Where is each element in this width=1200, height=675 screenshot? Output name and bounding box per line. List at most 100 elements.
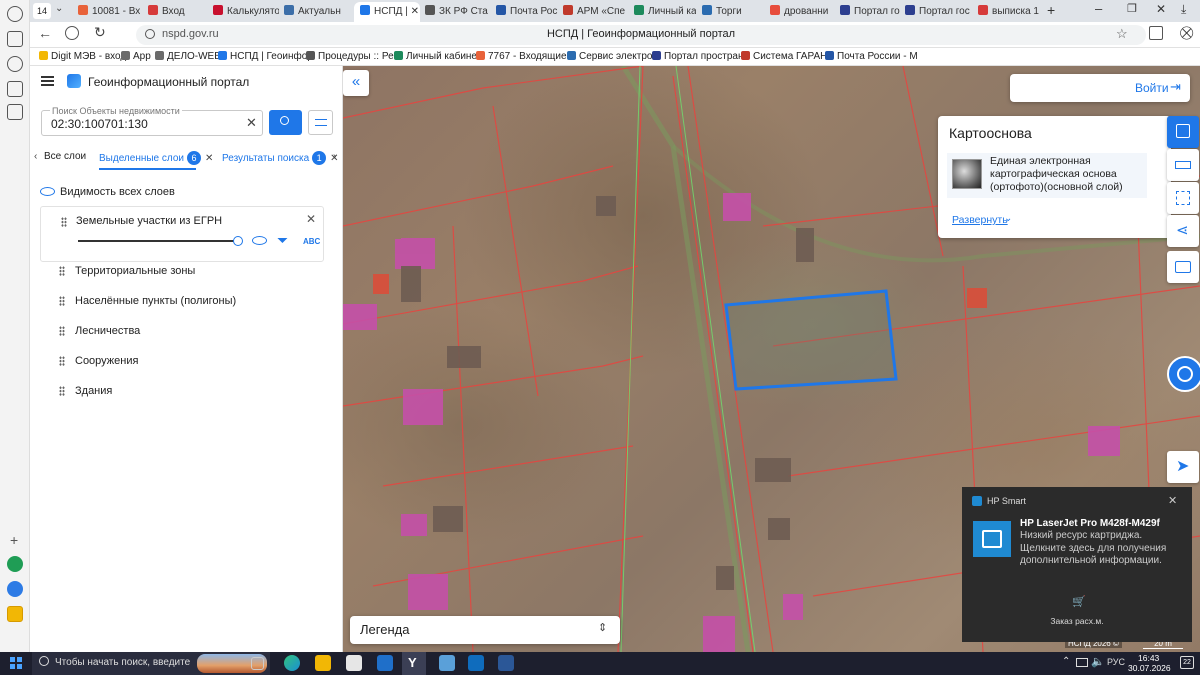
clear-search-icon[interactable]: ✕: [246, 115, 257, 131]
new-tab-icon[interactable]: +: [1047, 2, 1055, 18]
extensions-icon[interactable]: [1149, 26, 1163, 40]
clock-time[interactable]: 16:43: [1138, 653, 1159, 663]
expand-link[interactable]: Развернуть: [952, 214, 1008, 226]
start-windows-icon[interactable]: [10, 657, 22, 669]
tab-item[interactable]: Вход: [148, 2, 208, 22]
tab-item[interactable]: Личный ка: [634, 2, 696, 22]
layer-filter-icon[interactable]: ⏷: [277, 232, 288, 249]
mail-icon[interactable]: [377, 655, 393, 671]
layer-visibility-icon[interactable]: [252, 236, 267, 245]
login-button[interactable]: Войти ⇥: [1010, 74, 1190, 102]
search-button[interactable]: [269, 110, 302, 135]
bookmark-item[interactable]: Портал простран: [652, 50, 744, 64]
edge-icon[interactable]: [284, 655, 300, 671]
active-layer-card[interactable]: Земельные участки из ЕГРН ✕ ⏷ ABC: [40, 206, 324, 262]
favorite-star-icon[interactable]: ☆: [1116, 26, 1128, 42]
tab-item[interactable]: Торги: [702, 2, 762, 22]
bookmark-item[interactable]: НСПД | Геоинфор: [218, 50, 313, 64]
filter-settings-button[interactable]: [308, 110, 333, 135]
bookmark-item[interactable]: Digit МЭВ - вход: [39, 50, 126, 64]
search-input[interactable]: Поиск Объекты недвижимости 02:30:100701:…: [41, 106, 263, 136]
opacity-slider[interactable]: [78, 240, 238, 242]
basemap-tool-button[interactable]: [1167, 116, 1199, 148]
select-area-tool-button[interactable]: [1167, 182, 1199, 214]
tray-chevron-icon[interactable]: ⌃: [1062, 656, 1070, 667]
messenger-icon[interactable]: [7, 581, 23, 597]
bookmark-item[interactable]: ДЕЛО-WEB: [155, 50, 221, 64]
file-explorer-icon[interactable]: [315, 655, 331, 671]
refresh-icon[interactable]: ↻: [94, 24, 106, 41]
collections-icon[interactable]: [7, 31, 23, 47]
legend-dropdown[interactable]: Легенда ⇕: [350, 616, 620, 644]
tab-selected-layers[interactable]: Выделенные слои 6 ✕: [99, 151, 213, 165]
tab-item[interactable]: Почта Рос: [496, 2, 558, 22]
layer-item[interactable]: Лесничества: [75, 325, 140, 337]
layer-item[interactable]: Сооружения: [75, 355, 138, 367]
close-tab-icon[interactable]: ✕: [205, 153, 213, 164]
drag-handle-icon[interactable]: [59, 296, 65, 306]
tab-search-results[interactable]: Результаты поиска 1 ✕: [222, 151, 339, 165]
drag-handle-icon[interactable]: [59, 326, 65, 336]
taskbar-search[interactable]: Чтобы начать поиск, введите: [32, 652, 270, 675]
notification-center-icon[interactable]: 22: [1180, 656, 1194, 669]
app-icon[interactable]: [439, 655, 455, 671]
tab-item[interactable]: ЗК РФ Ста: [425, 2, 491, 22]
layer-item[interactable]: Здания: [75, 385, 112, 397]
tab-list-chevron-icon[interactable]: ⌄: [55, 3, 63, 14]
volume-icon[interactable]: 🔈: [1091, 655, 1105, 668]
tab-item[interactable]: дрованни: [770, 2, 832, 22]
tab-scroll-left-icon[interactable]: ‹: [34, 151, 37, 162]
clock-date[interactable]: 30.07.2026: [1128, 663, 1171, 673]
language-indicator[interactable]: РУС: [1107, 657, 1125, 667]
tab-item[interactable]: Калькулято: [213, 2, 279, 22]
support-chat-button[interactable]: [1167, 356, 1200, 392]
restore-icon[interactable]: ❐: [1127, 2, 1137, 15]
chevron-down-icon[interactable]: ⌄: [1004, 213, 1012, 224]
order-supplies-button[interactable]: Заказ расх.м.: [962, 616, 1192, 626]
bookmark-item[interactable]: Личный кабинет: [394, 50, 481, 64]
drag-handle-icon[interactable]: [59, 356, 65, 366]
media-icon[interactable]: [7, 56, 23, 72]
share-tool-button[interactable]: ⋖: [1167, 215, 1199, 247]
task-view-icon[interactable]: [251, 657, 264, 670]
collapse-panel-button[interactable]: «: [343, 70, 369, 96]
yandex-browser-icon[interactable]: Y: [402, 652, 426, 675]
tab-item[interactable]: АРМ «Спе: [563, 2, 629, 22]
url-field[interactable]: nspd.gov.ru НСПД | Геоинформационный пор…: [136, 25, 1146, 45]
reading-mode-icon[interactable]: [65, 26, 79, 40]
drag-handle-icon[interactable]: [59, 266, 65, 276]
minimize-icon[interactable]: –: [1095, 1, 1102, 16]
bookmark-item[interactable]: 7767 - Входящие: [476, 50, 567, 64]
outlook-icon[interactable]: [468, 655, 484, 671]
ruler-tool-button[interactable]: [1167, 149, 1199, 181]
copilot-icon[interactable]: [7, 556, 23, 572]
calendar-icon[interactable]: [7, 81, 23, 97]
tab-item[interactable]: Портал го: [840, 2, 900, 22]
locate-tool-button[interactable]: ➤: [1167, 451, 1199, 483]
back-icon[interactable]: ←: [38, 25, 52, 41]
bookmark-item[interactable]: Процедуры :: Реа: [306, 50, 399, 64]
screenshot-icon[interactable]: [7, 104, 23, 120]
tab-item[interactable]: Актуальн: [284, 2, 347, 22]
remove-layer-icon[interactable]: ✕: [306, 212, 316, 226]
tab-all-layers[interactable]: Все слои: [44, 151, 86, 162]
drag-handle-icon[interactable]: [61, 217, 67, 227]
add-icon[interactable]: +: [10, 532, 18, 548]
layer-item[interactable]: Территориальные зоны: [75, 265, 195, 277]
toast-close-icon[interactable]: ✕: [1168, 494, 1177, 507]
layer-item[interactable]: Населённые пункты (полигоны): [75, 295, 236, 307]
drag-handle-icon[interactable]: [59, 386, 65, 396]
tab-count[interactable]: 14: [33, 3, 51, 19]
tab-item[interactable]: Портал гос: [905, 2, 973, 22]
word-icon[interactable]: [498, 655, 514, 671]
bookmark-item[interactable]: App: [121, 50, 151, 64]
bookmark-item[interactable]: Система ГАРАНТ: [741, 50, 833, 64]
selected-parcel-outline[interactable]: [724, 289, 898, 391]
tab-item[interactable]: 10081 - Вхо: [78, 2, 140, 22]
history-icon[interactable]: [7, 6, 23, 22]
tools-icon[interactable]: ⛒: [1180, 25, 1193, 41]
close-tab-icon[interactable]: ✕: [411, 6, 419, 17]
tab-item[interactable]: выписка 1: [978, 2, 1042, 22]
print-tool-button[interactable]: [1167, 251, 1199, 283]
opacity-slider-knob[interactable]: [233, 236, 243, 246]
